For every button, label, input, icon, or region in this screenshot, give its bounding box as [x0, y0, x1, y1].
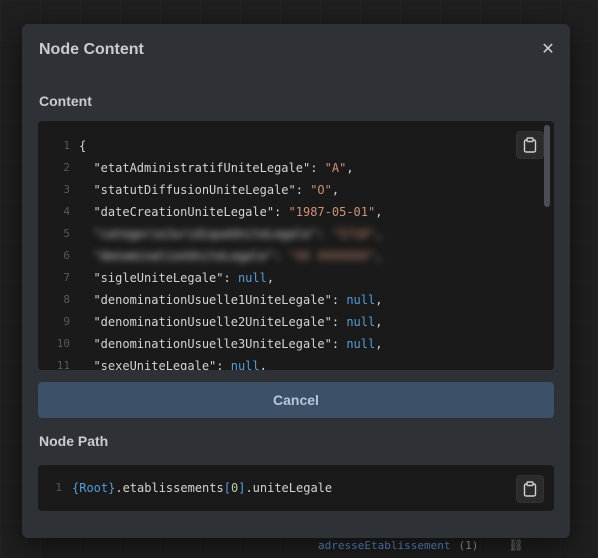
modal-title: Node Content: [39, 41, 144, 58]
json-key: "statutDiffusionUniteLegale": [93, 183, 296, 197]
node-content-modal: Node Content ✕ Content 1{2 "etatAdminist…: [22, 24, 570, 538]
json-string-value: "A": [324, 161, 347, 175]
code-text: "etatAdministratifUniteLegale": "A",: [70, 157, 354, 179]
path-segment: .etablissements: [115, 481, 224, 495]
json-key: "denominationUsuelle3UniteLegale": [93, 337, 332, 351]
json-separator: :: [317, 227, 332, 241]
code-line: 6 "denominationUniteLegale": "XX XXXXXXX…: [38, 245, 534, 267]
json-key: "denominationUniteLegale": [93, 249, 275, 263]
json-comma: ,: [375, 205, 383, 219]
json-separator: :: [310, 161, 325, 175]
json-null-value: null: [230, 359, 260, 370]
json-brace: {: [79, 139, 87, 153]
code-text: "dateCreationUniteLegale": "1987-05-01",: [70, 201, 382, 223]
copy-content-button[interactable]: [516, 131, 544, 159]
path-bracket-open: [: [223, 481, 231, 495]
json-null-value: null: [237, 271, 267, 285]
json-comma: ,: [375, 315, 383, 329]
json-separator: :: [223, 271, 238, 285]
content-section-label: Content: [39, 93, 92, 109]
line-number: 4: [63, 205, 70, 218]
json-comma: ,: [346, 161, 354, 175]
code-text: "denominationUsuelle1UniteLegale": null,: [70, 289, 382, 311]
json-string-value: "5710": [331, 227, 376, 241]
path-line: 1 {Root}.etablissements[0].uniteLegale: [38, 477, 332, 499]
code-line: 11 "sexeUniteLegale": null,: [38, 355, 534, 370]
node-path-section-label: Node Path: [39, 433, 109, 449]
content-code-viewer[interactable]: 1{2 "etatAdministratifUniteLegale": "A",…: [38, 121, 554, 370]
json-separator: :: [331, 293, 347, 307]
json-separator: :: [331, 315, 347, 329]
json-separator: :: [274, 205, 289, 219]
json-separator: :: [331, 337, 347, 351]
redacted-code: "categorieJuridiqueUniteLegale": "5710",: [70, 223, 382, 245]
code-line: 1{: [38, 135, 534, 157]
line-number: 1: [63, 139, 70, 152]
json-string-value: "1987-05-01": [288, 205, 376, 219]
code-text: "statutDiffusionUniteLegale": "O",: [70, 179, 339, 201]
json-comma: ,: [375, 293, 383, 307]
code-line: 5 "categorieJuridiqueUniteLegale": "5710…: [38, 223, 534, 245]
code-text: "sexeUniteLegale": null,: [70, 355, 267, 370]
line-number: 2: [63, 161, 70, 174]
code-line: 2 "etatAdministratifUniteLegale": "A",: [38, 157, 534, 179]
code-text: "denominationUsuelle2UniteLegale": null,: [70, 311, 382, 333]
line-number: 10: [56, 337, 70, 350]
cancel-button[interactable]: Cancel: [38, 382, 554, 418]
code-line: 10 "denominationUsuelle3UniteLegale": nu…: [38, 333, 534, 355]
code-line: 8 "denominationUsuelle1UniteLegale": nul…: [38, 289, 534, 311]
json-separator: :: [216, 359, 231, 370]
copy-path-button[interactable]: [516, 475, 544, 503]
code-line: 4 "dateCreationUniteLegale": "1987-05-01…: [38, 201, 534, 223]
code-line: 9 "denominationUsuelle2UniteLegale": nul…: [38, 311, 534, 333]
code-line: 7 "sigleUniteLegale": null,: [38, 267, 534, 289]
background-node-count: (1): [458, 538, 479, 552]
path-root: {Root}: [72, 481, 116, 495]
json-comma: ,: [375, 227, 383, 241]
path-segment: .uniteLegale: [245, 481, 333, 495]
code-text: "sigleUniteLegale": null,: [70, 267, 274, 289]
line-number: 8: [63, 293, 70, 306]
code-text: "denominationUsuelle3UniteLegale": null,: [70, 333, 382, 355]
link-icon: ⛓: [508, 538, 524, 552]
redacted-code: "denominationUniteLegale": "XX XXXXXXX",: [70, 245, 382, 267]
json-comma: ,: [375, 249, 383, 263]
json-separator: :: [274, 249, 289, 263]
json-key: "denominationUsuelle1UniteLegale": [93, 293, 332, 307]
path-code: {Root}.etablissements[0].uniteLegale: [62, 477, 332, 499]
json-comma: ,: [266, 271, 275, 285]
node-path-viewer[interactable]: 1 {Root}.etablissements[0].uniteLegale: [38, 465, 554, 511]
clipboard-icon: [523, 481, 537, 497]
json-null-value: null: [346, 315, 376, 329]
line-number: 11: [56, 359, 70, 370]
json-comma: ,: [375, 337, 383, 351]
json-key: "dateCreationUniteLegale": [93, 205, 275, 219]
line-number: 9: [63, 315, 70, 328]
json-key: "denominationUsuelle2UniteLegale": [93, 315, 332, 329]
code-lines: 1{2 "etatAdministratifUniteLegale": "A",…: [38, 135, 534, 370]
json-separator: :: [295, 183, 311, 197]
line-number: 6: [63, 249, 70, 262]
json-key: "sigleUniteLegale": [93, 271, 224, 285]
json-key: "etatAdministratifUniteLegale": [93, 161, 311, 175]
json-string-value: "XX XXXXXXX": [288, 249, 376, 263]
line-number: 1: [55, 481, 62, 494]
line-number: 5: [63, 227, 70, 240]
json-string-value: "O": [310, 183, 332, 197]
json-null-value: null: [346, 293, 376, 307]
clipboard-icon: [523, 137, 537, 153]
code-text: {: [70, 135, 86, 157]
json-comma: ,: [331, 183, 340, 197]
content-scrollbar[interactable]: [544, 125, 550, 207]
json-key: "sexeUniteLegale": [93, 359, 217, 370]
background-node-label: adresseEtablissement: [318, 538, 451, 552]
line-number: 3: [63, 183, 70, 196]
line-number: 7: [63, 271, 70, 284]
json-comma: ,: [259, 359, 267, 370]
json-key: "categorieJuridiqueUniteLegale": [93, 227, 318, 241]
json-null-value: null: [346, 337, 376, 351]
code-line: 3 "statutDiffusionUniteLegale": "O",: [38, 179, 534, 201]
close-icon[interactable]: ✕: [538, 40, 558, 60]
